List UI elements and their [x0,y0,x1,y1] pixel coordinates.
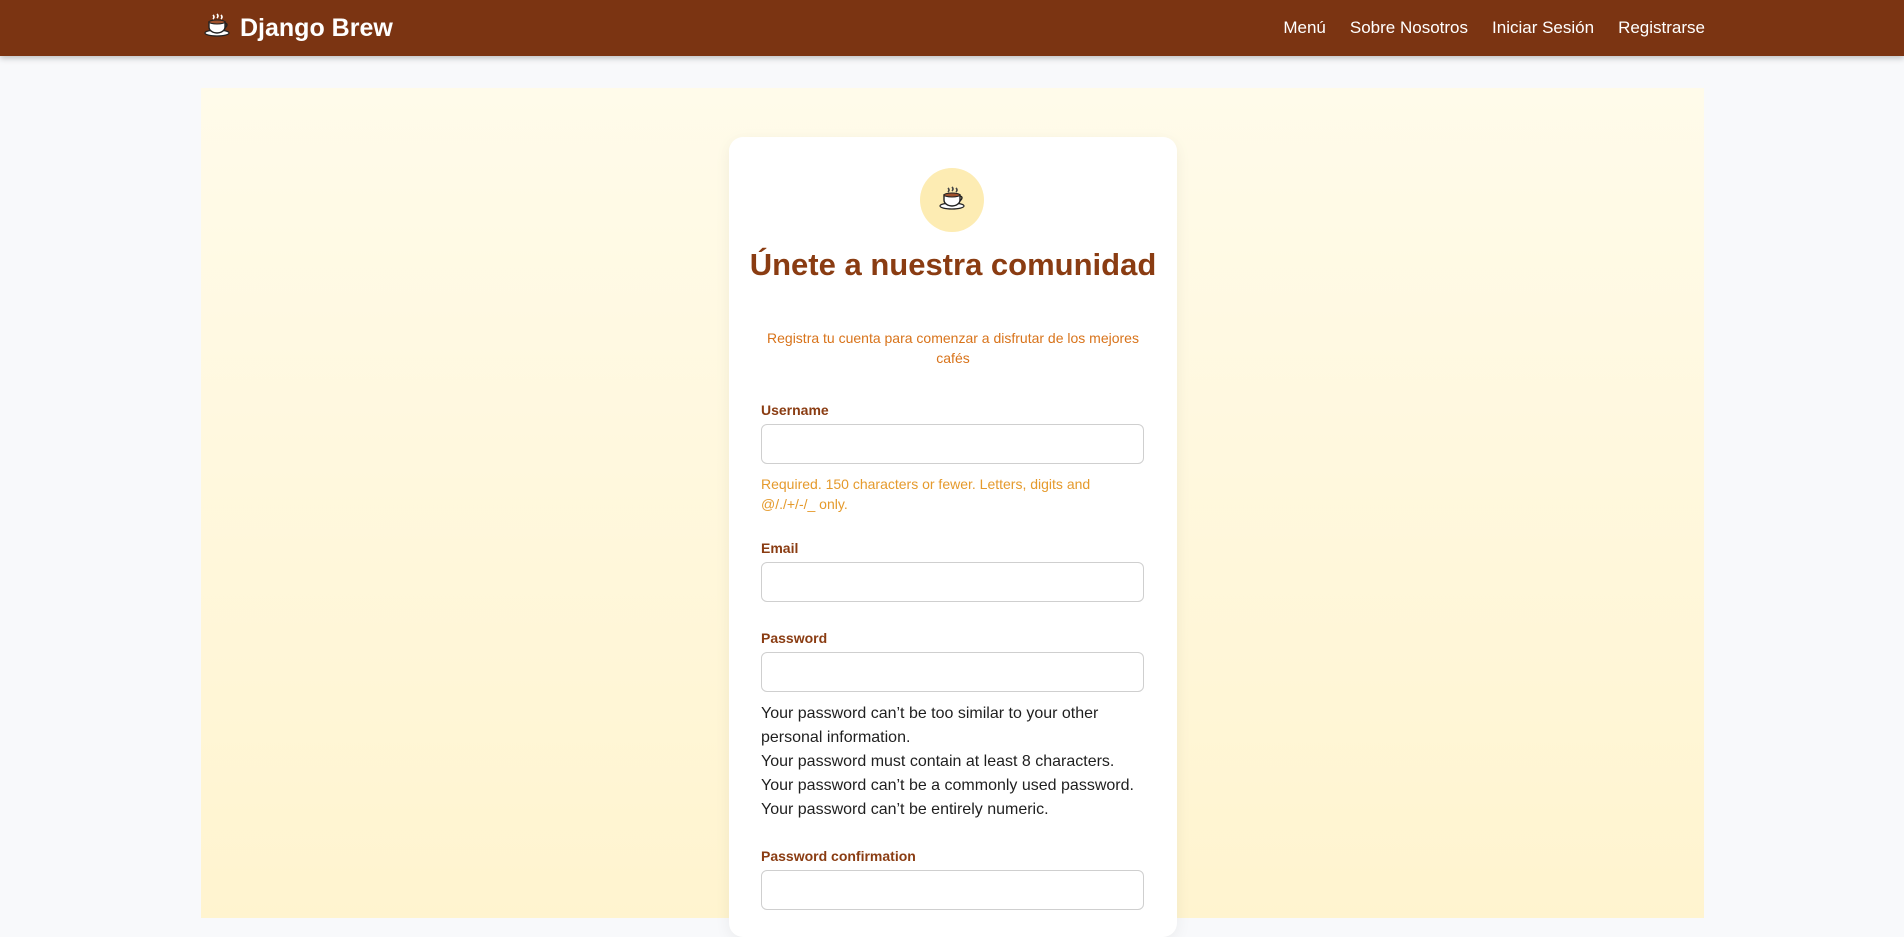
password-label: Password [761,630,828,646]
password-confirm-label: Password confirmation [761,848,916,864]
password-help-item: Your password can’t be a commonly used p… [761,777,1134,794]
coffee-cup-icon [937,183,967,218]
coffee-cup-icon [202,10,232,47]
nav-link-register[interactable]: Registrarse [1618,18,1705,38]
page-title: Únete a nuestra comunidad [749,247,1157,282]
register-card: Únete a nuestra comunidad Registra tu cu… [729,137,1177,937]
username-input[interactable] [761,424,1144,464]
email-input[interactable] [761,562,1144,602]
nav-links: Menú Sobre Nosotros Iniciar Sesión Regis… [1283,0,1705,56]
logo-circle [920,168,984,232]
password-help-list: Your password can’t be too similar to yo… [761,702,1144,822]
username-label: Username [761,402,829,418]
page-subtitle: Registra tu cuenta para comenzar a disfr… [767,330,1139,366]
nav-link-about[interactable]: Sobre Nosotros [1350,18,1468,38]
password-help-item: Your password can’t be too similar to yo… [761,705,1099,746]
top-navbar: Django Brew Menú Sobre Nosotros Iniciar … [0,0,1904,56]
nav-link-login[interactable]: Iniciar Sesión [1492,18,1594,38]
password-help-item: Your password must contain at least 8 ch… [761,753,1115,770]
brand-name: Django Brew [240,13,393,42]
username-help-text: Required. 150 characters or fewer. Lette… [761,476,1091,512]
password-help-item: Your password can’t be entirely numeric. [761,801,1049,818]
email-label: Email [761,540,799,556]
nav-link-menu[interactable]: Menú [1283,18,1326,38]
brand-link[interactable]: Django Brew [202,0,393,56]
password-input[interactable] [761,652,1144,692]
password-confirm-input[interactable] [761,870,1144,910]
